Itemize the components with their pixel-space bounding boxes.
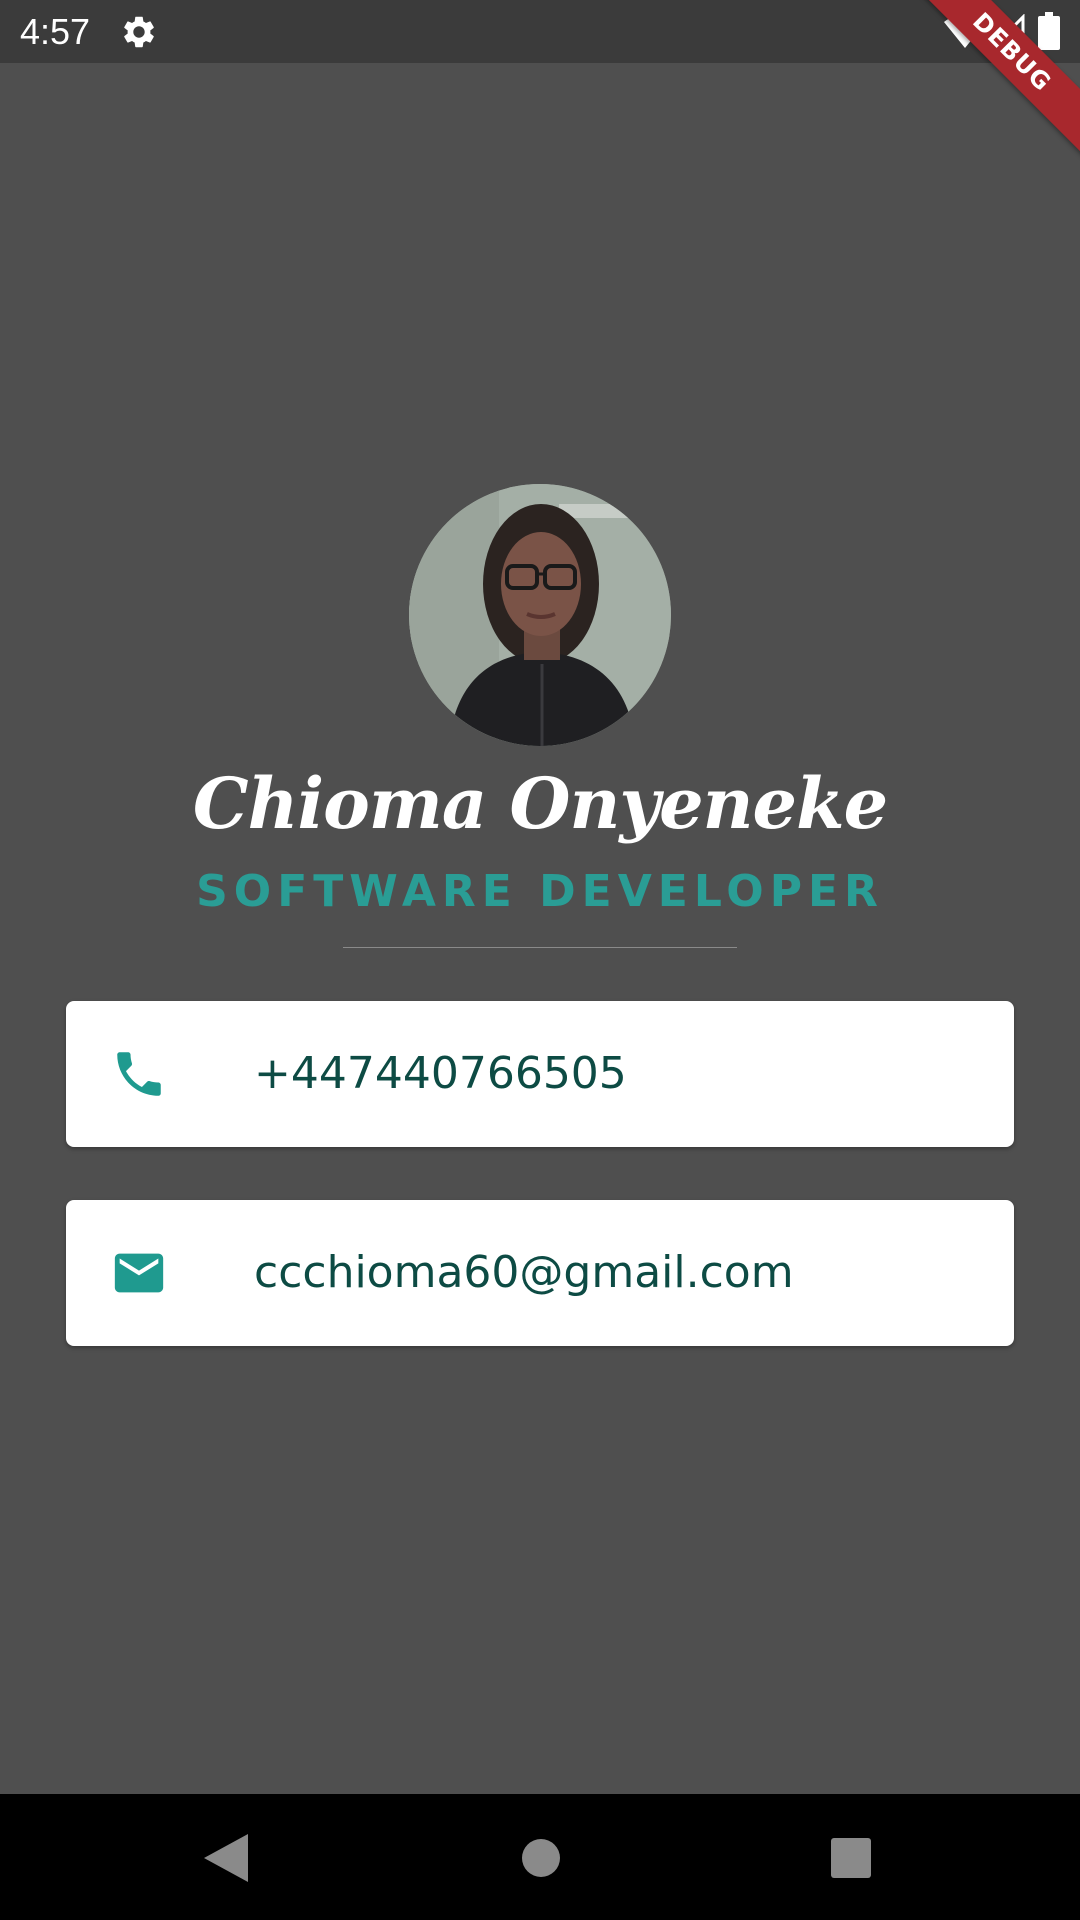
email-card[interactable]: ccchioma60@gmail.com — [66, 1200, 1014, 1346]
avatar — [409, 484, 671, 746]
profile-photo — [409, 484, 671, 746]
battery-icon — [1038, 12, 1060, 50]
recents-icon[interactable] — [831, 1838, 871, 1878]
profile-name: Chioma Onyeneke — [192, 762, 888, 845]
mail-icon — [114, 1253, 164, 1293]
phone-card[interactable]: +447440766505 — [66, 1001, 1014, 1147]
phone-icon — [117, 1052, 161, 1096]
status-bar: 4:57 — [0, 0, 1080, 63]
profile-title: SOFTWARE DEVELOPER — [196, 866, 884, 917]
phone-number: +447440766505 — [254, 1048, 627, 1099]
status-time: 4:57 — [20, 11, 91, 52]
email-address: ccchioma60@gmail.com — [254, 1247, 794, 1298]
navigation-bar — [0, 1794, 1080, 1920]
home-icon[interactable] — [521, 1838, 561, 1878]
gear-icon — [124, 16, 154, 48]
divider — [343, 947, 737, 948]
back-icon[interactable] — [204, 1834, 248, 1882]
